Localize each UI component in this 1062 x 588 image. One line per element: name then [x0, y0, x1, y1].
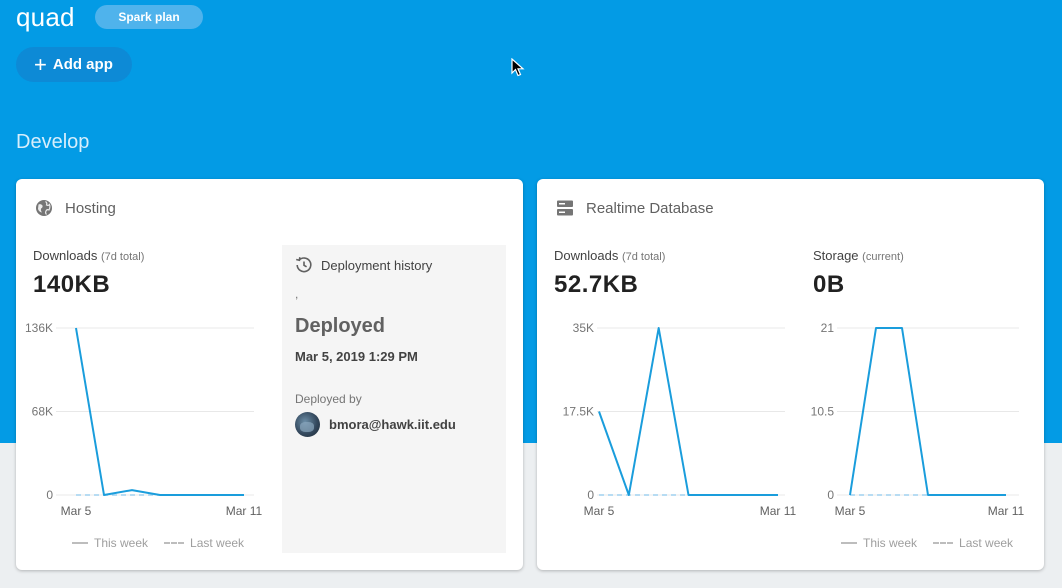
legend-this-week: This week: [863, 536, 918, 550]
deployed-by-label: Deployed by: [295, 392, 362, 406]
realtime-database-card[interactable]: Realtime Database Downloads (7d total) 5…: [537, 179, 1044, 570]
add-app-button[interactable]: + Add app: [16, 47, 132, 82]
y-tick-label: 35K: [573, 321, 594, 335]
hosting-chart-legend: This week Last week: [72, 536, 244, 550]
mouse-cursor-icon: [511, 58, 525, 77]
x-tick-label: Mar 11: [988, 504, 1025, 518]
hosting-downloads-label-text: Downloads: [33, 248, 98, 263]
y-tick-label: 0: [587, 488, 594, 502]
database-icon: [555, 198, 575, 218]
y-tick-label: 0: [827, 488, 834, 502]
legend-last-week-swatch: [164, 542, 185, 544]
avatar: [295, 412, 320, 437]
x-tick-label: Mar 11: [226, 504, 263, 518]
deployment-date: Mar 5, 2019 1:29 PM: [295, 349, 418, 364]
x-tick-label: Mar 5: [835, 504, 866, 518]
deployment-mark: ,: [295, 287, 299, 301]
x-tick-label: Mar 5: [61, 504, 92, 518]
y-tick-label: 17.5K: [563, 405, 594, 419]
x-tick-label: Mar 5: [584, 504, 615, 518]
hosting-downloads-label: Downloads (7d total): [33, 248, 144, 263]
database-title: Realtime Database: [586, 199, 714, 217]
db-downloads-chart[interactable]: 0 17.5K 35K Mar 5 Mar 11: [537, 315, 799, 521]
y-tick-label: 136K: [25, 321, 53, 335]
hosting-card[interactable]: Hosting Downloads (7d total) 140KB 0 68K 1…: [16, 179, 523, 570]
globe-icon: [34, 198, 54, 218]
db-storage-chart[interactable]: 0 10.5 21 Mar 5 Mar 11: [799, 315, 1044, 521]
database-card-header[interactable]: Realtime Database: [555, 198, 714, 218]
legend-this-week-swatch: [72, 542, 88, 544]
deployment-history-header[interactable]: Deployment history: [295, 256, 432, 274]
hosting-downloads-value: 140KB: [33, 271, 111, 298]
db-storage-sub: (current): [862, 251, 904, 263]
legend-last-week-swatch: [933, 542, 954, 544]
y-tick-label: 10.5: [811, 405, 835, 419]
deployment-status: Deployed: [295, 315, 386, 337]
legend-last-week: Last week: [190, 536, 245, 550]
db-downloads-label: Downloads (7d total): [554, 248, 665, 263]
db-downloads-label-text: Downloads: [554, 248, 619, 263]
hosting-card-header[interactable]: Hosting: [34, 198, 116, 218]
legend-this-week-swatch: [841, 542, 857, 544]
x-tick-label: Mar 11: [760, 504, 797, 518]
y-tick-label: 21: [821, 321, 835, 335]
db-storage-value: 0B: [813, 271, 845, 298]
db-storage-label: Storage (current): [813, 248, 904, 263]
project-title: quad: [16, 2, 75, 32]
legend-last-week: Last week: [959, 536, 1014, 550]
deployed-by-user[interactable]: bmora@hawk.iit.edu: [295, 412, 456, 437]
db-downloads-value: 52.7KB: [554, 271, 639, 298]
y-tick-label: 68K: [32, 405, 53, 419]
db-storage-label-text: Storage: [813, 248, 859, 263]
db-downloads-sub: (7d total): [621, 251, 666, 263]
legend-this-week: This week: [94, 536, 149, 550]
plus-icon: +: [34, 51, 47, 77]
hosting-downloads-chart[interactable]: 0 68K 136K Mar 5 Mar 11: [16, 315, 278, 521]
hosting-downloads-sub: (7d total): [100, 251, 145, 263]
y-tick-label: 0: [46, 488, 53, 502]
deployment-history-title: Deployment history: [321, 257, 433, 273]
deployed-by-email: bmora@hawk.iit.edu: [329, 417, 456, 432]
history-icon: [295, 256, 313, 274]
plan-badge[interactable]: Spark plan: [95, 5, 203, 29]
db-chart-legend: This week Last week: [841, 536, 1013, 550]
add-app-label: Add app: [52, 56, 113, 73]
section-title-develop: Develop: [16, 131, 90, 153]
deployment-history-panel[interactable]: Deployment history , Deployed Mar 5, 201…: [282, 245, 506, 553]
hosting-title: Hosting: [65, 199, 116, 217]
